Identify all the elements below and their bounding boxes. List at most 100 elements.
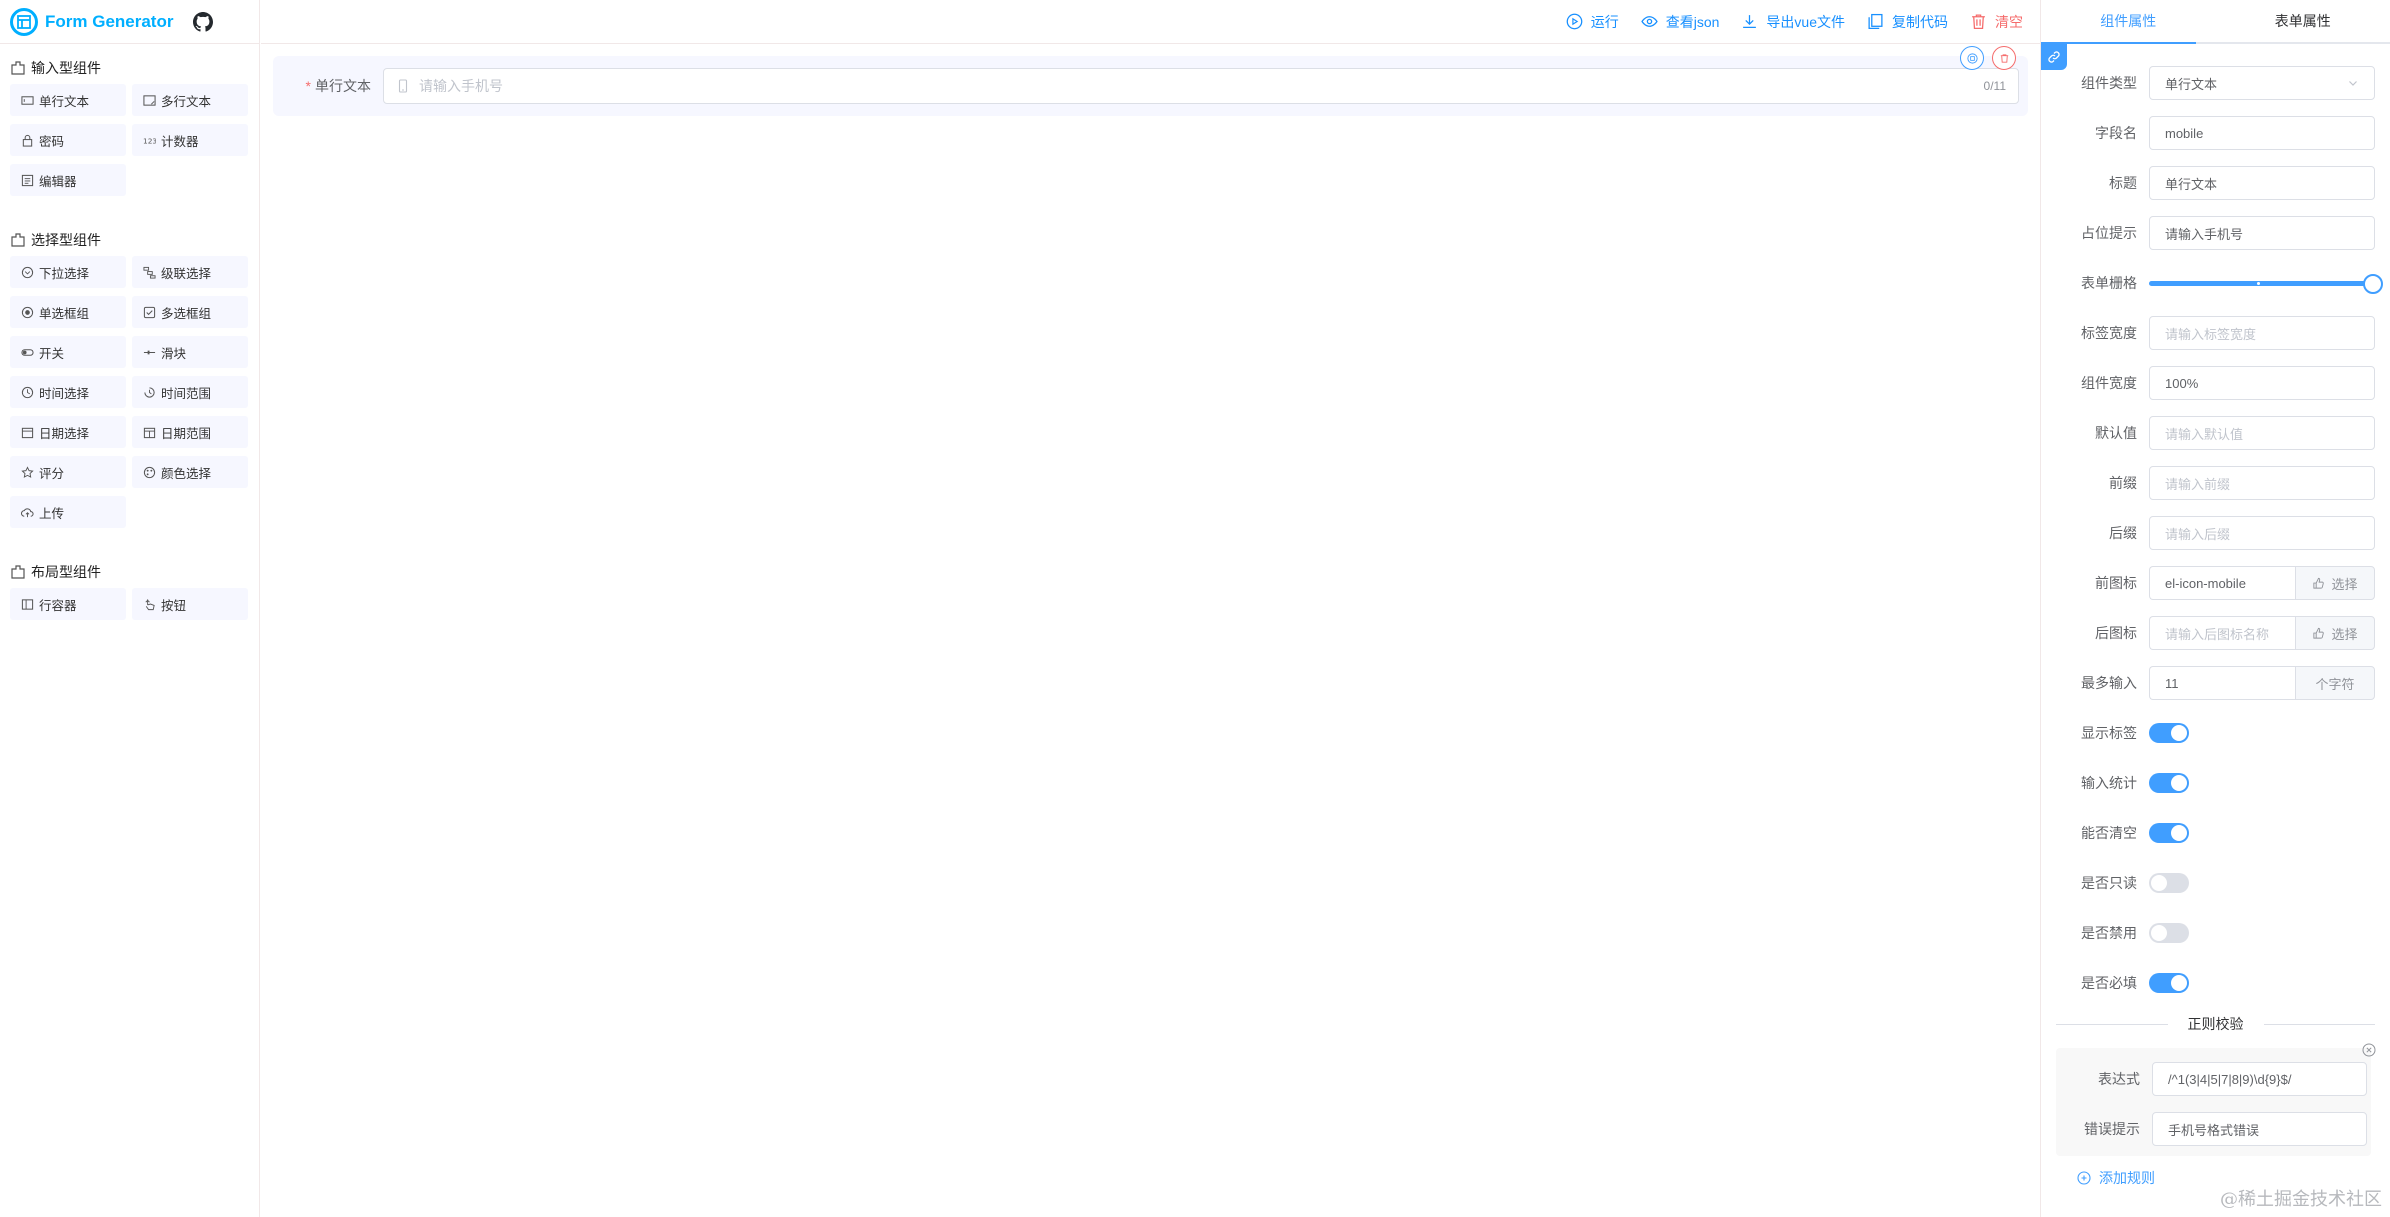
switch-dot — [2171, 975, 2187, 991]
span-slider[interactable] — [2149, 266, 2383, 300]
date-range-icon — [143, 427, 156, 438]
rule-pattern-row: 表达式 /^1(3|4|5|7|8|9)\d{9}$/ — [2056, 1054, 2371, 1104]
slider-handle[interactable] — [2363, 274, 2383, 294]
delete-item-button[interactable] — [1992, 46, 2016, 70]
title-input[interactable]: 单行文本 — [2149, 166, 2375, 200]
copy-icon — [1966, 52, 1978, 64]
palette-item-color[interactable]: 颜色选择 — [132, 456, 248, 488]
export-vue-button[interactable]: 导出vue文件 — [1741, 12, 1845, 32]
palette-item-upload[interactable]: 上传 — [10, 496, 126, 528]
palette-item-time[interactable]: 时间选择 — [10, 376, 126, 408]
palette-item-password[interactable]: 密码 — [10, 124, 126, 156]
regex-message-input[interactable]: 手机号格式错误 — [2152, 1112, 2367, 1146]
form-item-mobile[interactable]: * 单行文本 请输入手机号 0/11 — [273, 46, 2028, 116]
tab-form-props[interactable]: 表单属性 — [2216, 0, 2390, 42]
palette-item-rate[interactable]: 评分 — [10, 456, 126, 488]
run-button[interactable]: 运行 — [1566, 12, 1619, 32]
palette-item-radio[interactable]: 单选框组 — [10, 296, 126, 328]
properties-panel: 组件属性 表单属性 组件类型 单行文本 字段名 mobile 标题 单行文本 占… — [2040, 0, 2390, 1217]
tab-component-props[interactable]: 组件属性 — [2041, 0, 2216, 42]
prefix-icon-input[interactable]: el-icon-mobile — [2149, 566, 2295, 600]
palette-item-select[interactable]: 下拉选择 — [10, 256, 126, 288]
switch-dot — [2151, 875, 2167, 891]
prop-clearable: 能否清空 — [2041, 808, 2390, 858]
prop-type: 组件类型 单行文本 — [2041, 58, 2390, 108]
palette-item-button[interactable]: 按钮 — [132, 588, 248, 620]
slider-stop — [2257, 282, 2260, 285]
prop-readonly: 是否只读 — [2041, 858, 2390, 908]
suffix-icon-select-button[interactable]: 选择 — [2295, 616, 2375, 650]
palette-item-row[interactable]: 行容器 — [10, 588, 126, 620]
prop-show-label: 显示标签 — [2041, 708, 2390, 758]
palette-item-editor[interactable]: 编辑器 — [10, 164, 126, 196]
clear-button[interactable]: 清空 — [1970, 12, 2023, 32]
palette-item-input[interactable]: 单行文本 — [10, 84, 126, 116]
component-type-select[interactable]: 单行文本 — [2149, 66, 2375, 100]
view-json-button[interactable]: 查看json — [1641, 12, 1719, 32]
password-icon — [22, 134, 33, 147]
row-icon — [21, 598, 34, 610]
toolbar: 运行 查看json 导出vue文件 复制代码 清空 — [261, 0, 2040, 44]
regex-pattern-input[interactable]: /^1(3|4|5|7|8|9)\d{9}$/ — [2152, 1062, 2367, 1096]
prop-title: 标题 单行文本 — [2041, 158, 2390, 208]
date-icon — [21, 427, 34, 438]
prop-span: 表单栅格 — [2041, 258, 2390, 308]
remove-rule-button[interactable] — [2361, 1042, 2377, 1058]
group-title-select: 选择型组件 — [10, 230, 259, 250]
palette-item-textarea[interactable]: 多行文本 — [132, 84, 248, 116]
show-label-switch[interactable] — [2149, 723, 2189, 743]
required-switch[interactable] — [2149, 973, 2189, 993]
copy-item-button[interactable] — [1960, 46, 1984, 70]
chevron-down-icon — [2349, 81, 2357, 86]
trash-icon — [1972, 14, 1985, 30]
mobile-phone-icon — [398, 79, 408, 93]
readonly-switch[interactable] — [2149, 873, 2189, 893]
palette-item-cascader[interactable]: 级联选择 — [132, 256, 248, 288]
switch-icon — [21, 348, 34, 356]
color-icon — [143, 466, 156, 478]
play-icon — [1566, 13, 1583, 30]
slider-icon — [143, 350, 156, 354]
palette-item-date-range[interactable]: 日期范围 — [132, 416, 248, 448]
switch-dot — [2151, 925, 2167, 941]
palette-item-time-range[interactable]: 时间范围 — [132, 376, 248, 408]
word-limit-switch[interactable] — [2149, 773, 2189, 793]
default-value-input[interactable]: 请输入默认值 — [2149, 416, 2375, 450]
panel-tabs: 组件属性 表单属性 — [2041, 0, 2390, 44]
suffix-icon-input[interactable]: 请输入后图标名称 — [2149, 616, 2295, 650]
required-mark: * — [305, 78, 311, 94]
svg-text:123: 123 — [143, 136, 156, 145]
download-icon — [1743, 15, 1757, 28]
palette-item-checkbox[interactable]: 多选框组 — [132, 296, 248, 328]
placeholder-input[interactable]: 请输入手机号 — [2149, 216, 2375, 250]
doc-link-button[interactable] — [2041, 44, 2067, 70]
github-icon[interactable] — [193, 11, 214, 32]
form-canvas[interactable]: * 单行文本 请输入手机号 0/11 — [273, 46, 2028, 1206]
close-circle-icon — [2362, 1043, 2376, 1057]
time-icon — [21, 386, 34, 398]
logo-icon — [10, 7, 38, 36]
copy-code-button[interactable]: 复制代码 — [1867, 12, 1948, 32]
palette-item-date[interactable]: 日期选择 — [10, 416, 126, 448]
mobile-input[interactable]: 请输入手机号 0/11 — [383, 68, 2019, 104]
prefix-input[interactable]: 请输入前缀 — [2149, 466, 2375, 500]
prefix-icon-select-button[interactable]: 选择 — [2295, 566, 2375, 600]
prefix-icon-field: el-icon-mobile 选择 — [2149, 566, 2375, 600]
label-width-input[interactable]: 请输入标签宽度 — [2149, 316, 2375, 350]
rate-icon — [21, 465, 34, 478]
time-range-icon — [144, 386, 155, 398]
palette-item-switch[interactable]: 开关 — [10, 336, 126, 368]
component-width-input[interactable]: 100% — [2149, 366, 2375, 400]
palette-item-slider[interactable]: 滑块 — [132, 336, 248, 368]
select-components: 下拉选择 级联选择 单选框组 多选框组 开关 滑块 时间选择 时间范围 日期选择… — [0, 256, 260, 536]
maxlength-input[interactable]: 11 — [2149, 666, 2295, 700]
plus-circle-icon — [2077, 1171, 2091, 1185]
field-name-input[interactable]: mobile — [2149, 116, 2375, 150]
clearable-switch[interactable] — [2149, 823, 2189, 843]
palette-item-number[interactable]: 123 计数器 — [132, 124, 248, 156]
regex-rule: 表达式 /^1(3|4|5|7|8|9)\d{9}$/ 错误提示 手机号格式错误 — [2056, 1043, 2376, 1156]
group-title-input: 输入型组件 — [10, 58, 259, 78]
disabled-switch[interactable] — [2149, 923, 2189, 943]
trash-icon — [2000, 53, 2008, 63]
suffix-input[interactable]: 请输入后缀 — [2149, 516, 2375, 550]
